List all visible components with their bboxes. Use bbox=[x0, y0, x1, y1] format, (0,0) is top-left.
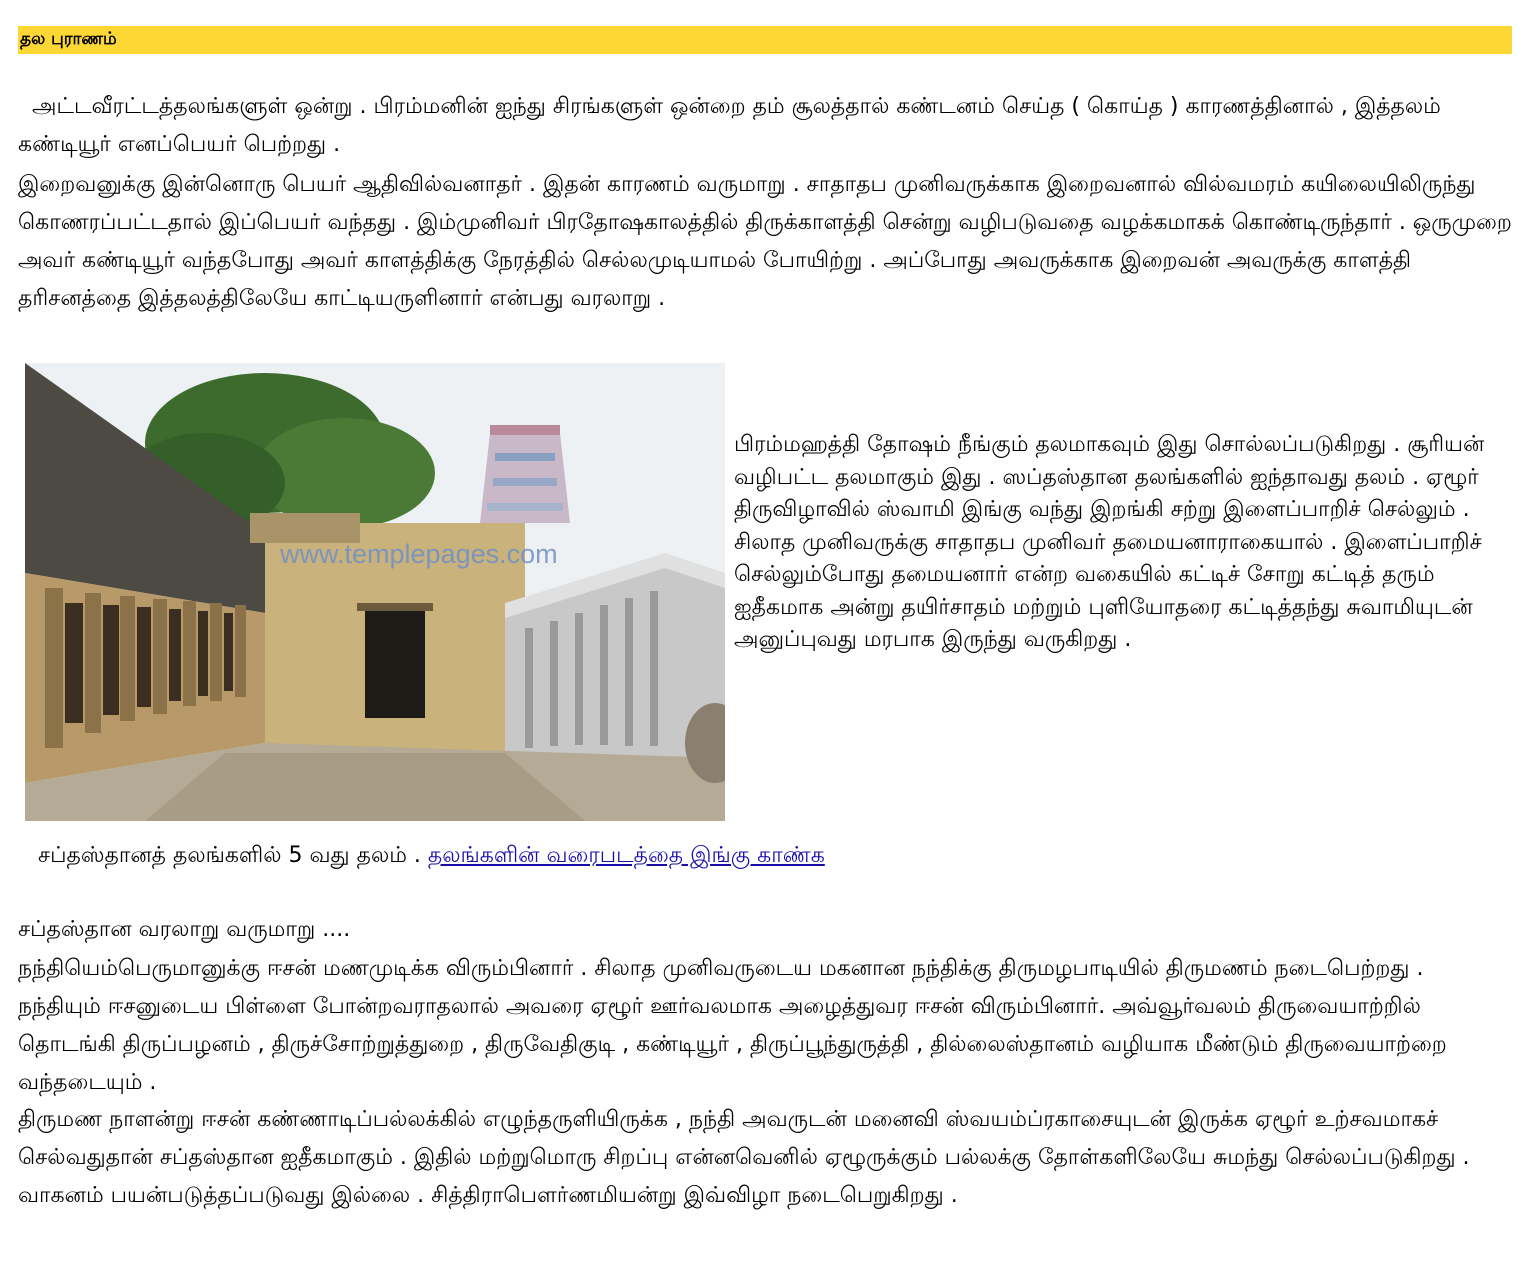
paragraph-procession: நந்தியெம்பெருமானுக்கு ஈசன் மணமுடிக்க விர… bbox=[18, 956, 1447, 1095]
paragraph-side: பிரம்மஹத்தி தோஷம் நீங்கும் தலமாகவும் இது… bbox=[734, 432, 1485, 652]
caption-text: சப்தஸ்தானத் தலங்களில் 5 வது தலம் . bbox=[38, 843, 428, 868]
section-header-bar: தல புராணம் bbox=[18, 26, 1512, 54]
temple-photo: www.templepages.com bbox=[25, 363, 725, 821]
map-link[interactable]: தலங்களின் வரைபடத்தை இங்கு காண்க bbox=[428, 843, 825, 868]
section-title: தல புராணம் bbox=[20, 29, 117, 49]
paragraph-intro: அட்டவீரட்டத்தலங்களுள் ஒன்று . பிரம்மனின்… bbox=[18, 94, 1441, 157]
watermark-text: www.templepages.com bbox=[279, 539, 558, 569]
paragraph-festival: திருமண நாளன்று ஈசன் கண்ணாடிப்பல்லக்கில் … bbox=[18, 1107, 1470, 1208]
caption: சப்தஸ்தானத் தலங்களில் 5 வது தலம் . தலங்க… bbox=[38, 838, 825, 874]
paragraph-sapthasthana-heading: சப்தஸ்தான வரலாறு வருமாறு .... bbox=[18, 917, 351, 942]
paragraph-name-origin: இறைவனுக்கு இன்னொரு பெயர் ஆதிவில்வனாதர் .… bbox=[18, 172, 1512, 311]
